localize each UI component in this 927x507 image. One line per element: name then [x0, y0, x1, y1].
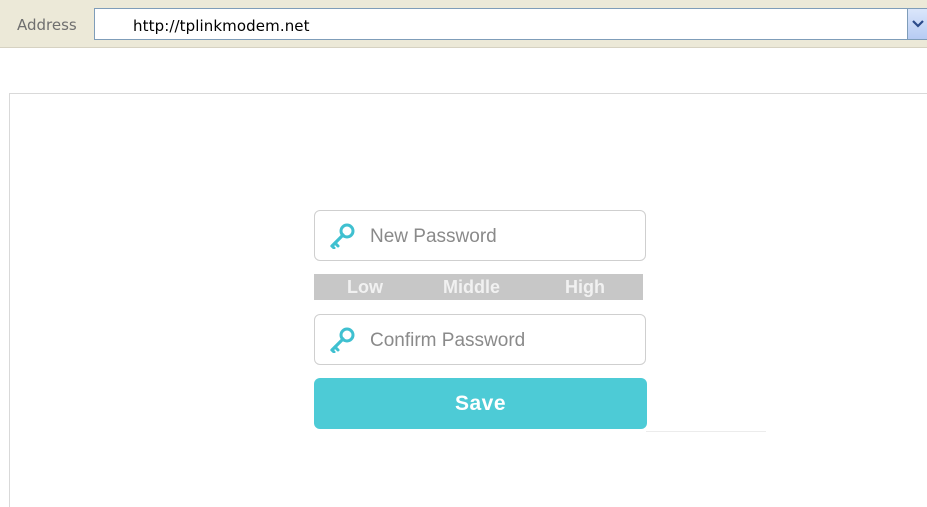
strength-middle-label: Middle: [443, 277, 500, 297]
address-bar: Address http://tplinkmodem.net: [0, 0, 927, 48]
address-url[interactable]: http://tplinkmodem.net: [133, 17, 310, 35]
save-button[interactable]: Save: [314, 378, 647, 429]
key-icon: [330, 327, 355, 353]
divider: [646, 431, 766, 432]
address-dropdown-button[interactable]: [907, 8, 927, 40]
confirm-password-field[interactable]: Confirm Password: [314, 314, 646, 365]
new-password-placeholder: New Password: [370, 226, 497, 247]
strength-low-label: Low: [347, 277, 383, 297]
password-strength-meter: Low Middle High: [314, 274, 643, 300]
address-label: Address: [17, 16, 77, 34]
address-input[interactable]: http://tplinkmodem.net: [94, 8, 916, 40]
chevron-down-icon: [912, 20, 924, 28]
new-password-field[interactable]: New Password: [314, 210, 646, 261]
key-icon: [330, 223, 355, 249]
confirm-password-placeholder: Confirm Password: [370, 330, 526, 351]
strength-high-label: High: [565, 277, 605, 297]
page-content: [9, 93, 927, 507]
